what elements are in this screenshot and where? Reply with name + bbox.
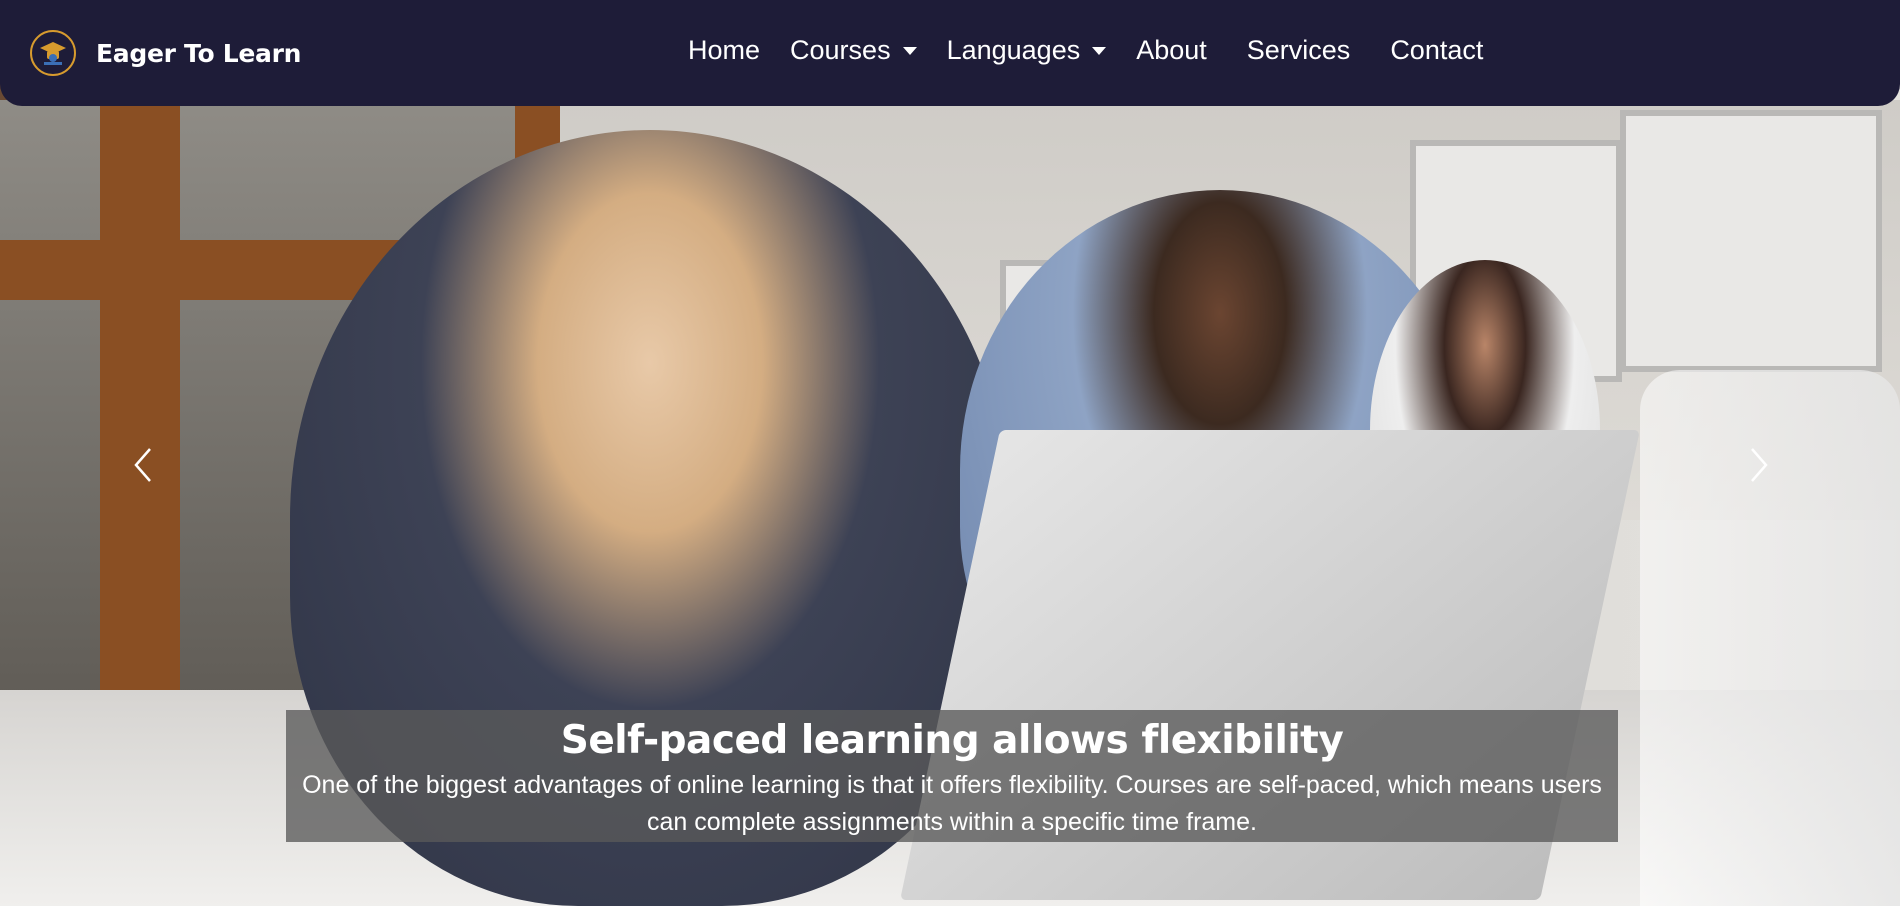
nav-services[interactable]: Services: [1247, 35, 1351, 66]
nav-services-label: Services: [1246, 35, 1351, 65]
nav-home[interactable]: Home: [688, 35, 760, 66]
caption-title: Self-paced learning allows flexibility: [560, 718, 1344, 763]
brand-name: Eager To Learn: [96, 38, 302, 68]
nav-contact-label: Contact: [1390, 35, 1484, 65]
caret-down-icon: [1092, 46, 1107, 55]
wood-frame: [100, 100, 180, 720]
carousel-prev-button[interactable]: [112, 430, 172, 500]
top-navbar: Eager To Learn Home Courses Languages Ab…: [0, 0, 1900, 106]
nav-home-label: Home: [688, 35, 761, 65]
carousel-caption: Self-paced learning allows flexibility O…: [286, 710, 1618, 842]
nav-languages-label: Languages: [946, 35, 1081, 65]
nav-courses-dropdown[interactable]: Courses: [790, 35, 917, 66]
chevron-right-icon: [1751, 448, 1768, 482]
carousel-next-button[interactable]: [1730, 430, 1790, 500]
nav-contact[interactable]: Contact: [1390, 35, 1483, 66]
nav-about[interactable]: About: [1136, 35, 1207, 66]
chevron-left-icon: [134, 448, 151, 482]
caret-down-icon: [902, 46, 917, 55]
wall-panel: [1620, 110, 1882, 372]
graduate-logo-icon: [30, 30, 76, 76]
caption-text: One of the biggest advantages of online …: [302, 771, 1602, 836]
nav-about-label: About: [1136, 35, 1207, 65]
main-nav: Home Courses Languages About Services Co…: [688, 35, 1513, 66]
brand[interactable]: Eager To Learn: [30, 30, 301, 76]
nav-languages-dropdown[interactable]: Languages: [947, 35, 1107, 66]
nav-courses-label: Courses: [790, 35, 891, 65]
